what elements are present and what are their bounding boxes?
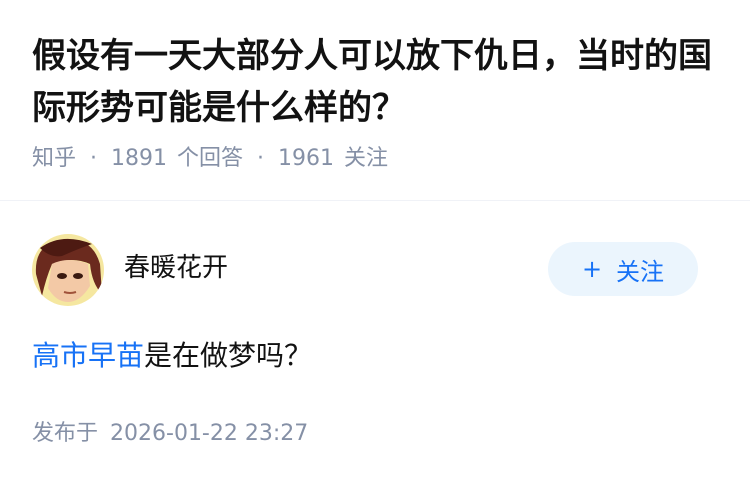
- follower-label: 关注: [344, 146, 389, 171]
- topic-link[interactable]: 高市早苗: [32, 339, 144, 372]
- avatar-image: [32, 234, 104, 306]
- follower-count: 1961: [278, 146, 335, 171]
- published-label: 发布于: [32, 421, 99, 446]
- source-label[interactable]: 知乎: [32, 143, 76, 175]
- divider: [0, 200, 750, 201]
- follow-button[interactable]: + 关注: [548, 242, 698, 296]
- answer-count: 1891: [111, 146, 168, 171]
- author-name[interactable]: 春暖花开: [124, 250, 228, 286]
- answer-count-label: 个回答: [177, 146, 244, 171]
- separator-dot: ·: [90, 146, 98, 171]
- avatar[interactable]: [32, 234, 104, 306]
- question-title[interactable]: 假设有一天大部分人可以放下仇日，当时的国际形势可能是什么样的？: [32, 30, 722, 134]
- question-meta: 知乎 · 1891 个回答 · 1961 关注: [32, 143, 388, 175]
- published-time: 发布于 2026-01-22 23:27: [32, 418, 308, 450]
- answer-text: 是在做梦吗？: [144, 339, 313, 372]
- follow-label: 关注: [616, 257, 665, 286]
- plus-icon: +: [581, 255, 603, 283]
- published-timestamp: 2026-01-22 23:27: [110, 421, 309, 446]
- separator-dot: ·: [257, 146, 265, 171]
- answer-content: 高市早苗是在做梦吗？: [32, 336, 312, 376]
